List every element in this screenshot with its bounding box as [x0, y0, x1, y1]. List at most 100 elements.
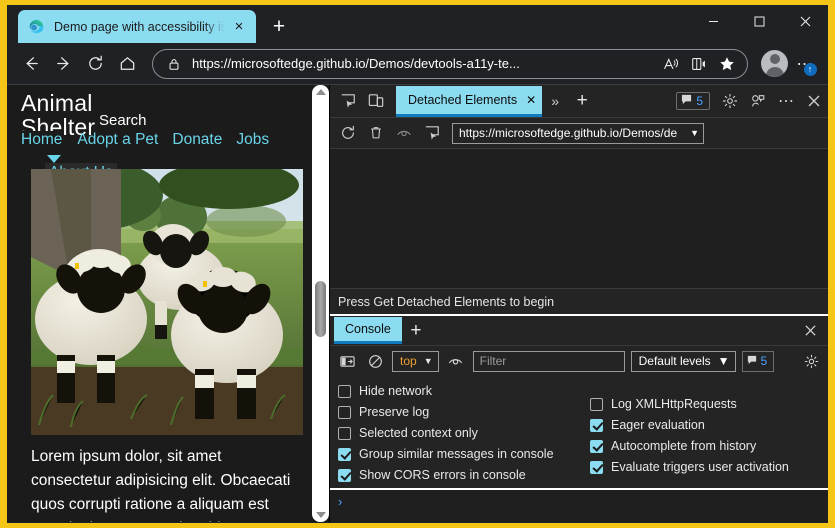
checkbox[interactable] [338, 384, 351, 398]
setting-label: Autocomplete from history [611, 439, 757, 453]
checkbox[interactable] [338, 426, 351, 440]
chevron-down-icon: ▼ [690, 128, 699, 138]
refresh-icon[interactable] [79, 48, 111, 80]
visibility-icon[interactable] [390, 120, 418, 146]
console-levels-value: Default levels [638, 354, 711, 368]
setting-label: Hide network [359, 384, 432, 398]
devtools-panel: Detached Elements ✕ » + 5 ⋯ https://micr… [330, 85, 828, 522]
setting-preserve-log[interactable]: Preserve log [338, 405, 585, 419]
setting-log-xmlhttprequests[interactable]: Log XMLHttpRequests [590, 397, 789, 411]
checkbox[interactable] [338, 405, 351, 419]
detached-elements-toolbar: https://microsoftedge.github.io/Demos/de… [330, 118, 828, 149]
console-settings-left-column: Hide network Preserve log Selected conte… [330, 380, 585, 482]
setting-group-similar-messages[interactable]: Group similar messages in console [338, 447, 585, 461]
browser-window: Demo page with accessibility issu × + ht… [7, 5, 828, 523]
update-badge: ↑ [804, 62, 817, 76]
checkbox[interactable] [590, 418, 603, 432]
forward-icon[interactable] [47, 48, 79, 80]
chevron-down-icon: ▼ [423, 356, 433, 366]
issues-bubble-icon [747, 355, 757, 368]
setting-label: Eager evaluation [611, 418, 705, 432]
nav-link-home[interactable]: Home [20, 131, 64, 149]
clear-console-icon[interactable] [364, 350, 386, 372]
setting-evaluate-triggers-user-activation[interactable]: Evaluate triggers user activation [590, 460, 789, 474]
read-aloud-icon[interactable] [657, 50, 685, 78]
console-issues-count: 5 [760, 354, 768, 368]
close-window-button[interactable] [782, 5, 828, 38]
devtools-drawer: Console + top ▼ Filter Default levels ▼ … [330, 316, 828, 522]
checkbox[interactable] [590, 460, 603, 474]
title-bar: Demo page with accessibility issu × + [7, 5, 828, 43]
caret-down-icon [47, 155, 61, 163]
inspect-element-icon[interactable] [334, 88, 362, 114]
devtools-close-icon[interactable] [800, 88, 828, 114]
setting-label: Show CORS errors in console [359, 468, 526, 482]
browser-settings-more-icon[interactable]: ⋯ ↑ [790, 49, 820, 79]
profile-avatar-icon[interactable] [761, 50, 788, 77]
setting-autocomplete-from-history[interactable]: Autocomplete from history [590, 439, 789, 453]
select-target-icon[interactable] [418, 120, 446, 146]
back-icon[interactable] [15, 48, 47, 80]
site-title-line1: Animal [21, 90, 93, 116]
web-page-viewport: Animal Shelter Search Home Adopt a Pet D… [7, 85, 330, 522]
setting-selected-context-only[interactable]: Selected context only [338, 426, 585, 440]
tab-close-icon[interactable]: × [228, 16, 250, 38]
live-expression-icon[interactable] [445, 350, 467, 372]
console-levels-select[interactable]: Default levels ▼ [630, 350, 736, 372]
chevron-down-icon: ▼ [717, 354, 730, 368]
immersive-reader-icon[interactable] [685, 50, 713, 78]
devtools-tab-bar: Detached Elements ✕ » + 5 ⋯ [330, 85, 828, 118]
setting-eager-evaluation[interactable]: Eager evaluation [590, 418, 789, 432]
home-icon[interactable] [111, 48, 143, 80]
setting-hide-network[interactable]: Hide network [338, 384, 585, 398]
refresh-icon[interactable] [334, 120, 362, 146]
tab-strip: Demo page with accessibility issu × + [7, 5, 294, 43]
maximize-button[interactable] [736, 5, 782, 38]
gear-icon[interactable] [716, 88, 744, 114]
edge-logo-icon [28, 18, 45, 35]
console-sidebar-icon[interactable] [336, 350, 358, 372]
drawer-add-tab-button[interactable]: + [402, 318, 430, 344]
console-input[interactable]: › [330, 488, 828, 522]
devtools-tab-close-icon[interactable]: ✕ [526, 93, 536, 107]
nav-link-jobs[interactable]: Jobs [236, 131, 269, 149]
console-context-select[interactable]: top ▼ [392, 350, 439, 372]
scroll-down-icon[interactable] [315, 512, 326, 518]
trash-icon[interactable] [362, 120, 390, 146]
devtools-more-icon[interactable]: ⋯ [772, 88, 800, 114]
console-issues-badge[interactable]: 5 [741, 350, 775, 372]
browser-tab[interactable]: Demo page with accessibility issu × [18, 10, 256, 43]
checkbox[interactable] [338, 468, 351, 482]
nav-link-donate[interactable]: Donate [172, 131, 222, 149]
customize-devtools-icon[interactable] [744, 88, 772, 114]
console-filter-input[interactable]: Filter [472, 350, 625, 372]
new-tab-button[interactable]: + [264, 11, 294, 41]
scrollbar-thumb[interactable] [315, 281, 326, 337]
setting-label: Evaluate triggers user activation [611, 460, 789, 474]
minimize-button[interactable] [690, 5, 736, 38]
setting-show-cors-errors[interactable]: Show CORS errors in console [338, 468, 585, 482]
console-settings-gear-icon[interactable] [800, 350, 822, 372]
drawer-close-icon[interactable] [798, 319, 822, 343]
device-emulation-icon[interactable] [362, 88, 390, 114]
site-nav: Home Adopt a Pet Donate Jobs [20, 131, 269, 149]
page-scrollbar[interactable] [312, 85, 329, 522]
issues-badge[interactable]: 5 [676, 92, 710, 110]
add-panel-button[interactable]: + [568, 88, 596, 114]
more-tabs-chevron-icon[interactable]: » [542, 88, 568, 114]
target-url-text: https://microsoftedge.github.io/Demos/de [459, 126, 678, 140]
detached-elements-content [330, 149, 828, 288]
checkbox[interactable] [590, 397, 603, 411]
drawer-tab-bar: Console + [330, 316, 828, 346]
checkbox[interactable] [338, 447, 351, 461]
console-context-value: top [400, 354, 417, 368]
nav-link-adopt-a-pet[interactable]: Adopt a Pet [77, 131, 158, 149]
star-icon[interactable] [713, 50, 741, 78]
devtools-tab-label: Detached Elements [408, 92, 518, 107]
scroll-up-icon[interactable] [315, 89, 326, 95]
devtools-tab-detached-elements[interactable]: Detached Elements ✕ [396, 85, 543, 117]
drawer-tab-console[interactable]: Console [334, 317, 402, 344]
url-bar[interactable]: https://microsoftedge.github.io/Demos/de… [152, 48, 748, 79]
checkbox[interactable] [590, 439, 603, 453]
target-url-select[interactable]: https://microsoftedge.github.io/Demos/de… [452, 122, 704, 144]
